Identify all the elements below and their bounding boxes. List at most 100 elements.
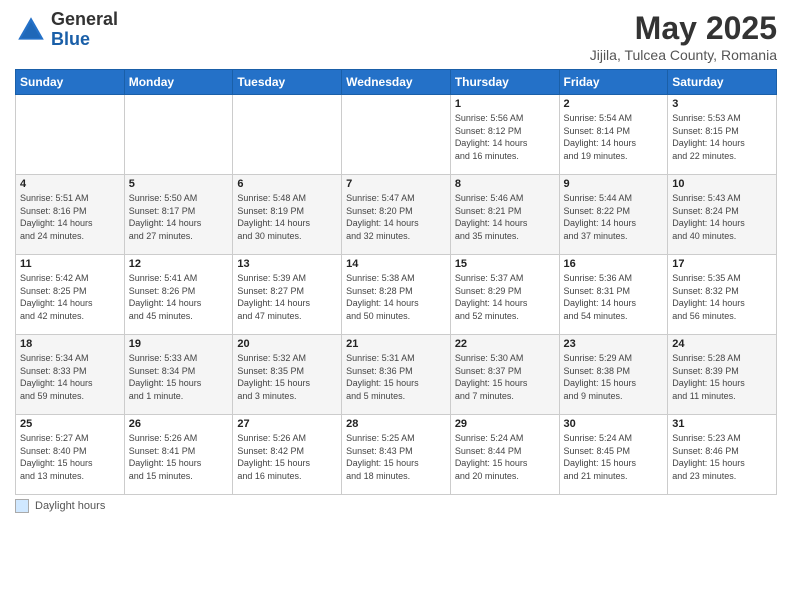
header: General Blue May 2025 Jijila, Tulcea Cou… xyxy=(15,10,777,63)
calendar-table: SundayMondayTuesdayWednesdayThursdayFrid… xyxy=(15,69,777,495)
day-number: 18 xyxy=(20,338,120,350)
day-number: 24 xyxy=(672,338,772,350)
day-cell: 21 Sunrise: 5:31 AM Sunset: 8:36 PM Dayli… xyxy=(342,335,451,415)
day-number: 16 xyxy=(564,258,664,270)
logo-text: General Blue xyxy=(51,10,118,50)
day-number: 28 xyxy=(346,418,446,430)
col-header-tuesday: Tuesday xyxy=(233,70,342,95)
day-number: 2 xyxy=(564,98,664,110)
day-info: Sunrise: 5:43 AM Sunset: 8:24 PM Dayligh… xyxy=(672,192,772,242)
day-number: 27 xyxy=(237,418,337,430)
day-info: Sunrise: 5:48 AM Sunset: 8:19 PM Dayligh… xyxy=(237,192,337,242)
day-number: 6 xyxy=(237,178,337,190)
day-info: Sunrise: 5:26 AM Sunset: 8:41 PM Dayligh… xyxy=(129,432,229,482)
logo-blue-text: Blue xyxy=(51,30,118,50)
day-cell: 28 Sunrise: 5:25 AM Sunset: 8:43 PM Dayli… xyxy=(342,415,451,495)
location: Jijila, Tulcea County, Romania xyxy=(590,47,777,63)
day-info: Sunrise: 5:26 AM Sunset: 8:42 PM Dayligh… xyxy=(237,432,337,482)
daylight-legend-label: Daylight hours xyxy=(35,500,105,512)
day-number: 20 xyxy=(237,338,337,350)
day-cell: 1Sunrise: 5:56 AM Sunset: 8:12 PM Daylig… xyxy=(450,95,559,175)
day-cell: 23 Sunrise: 5:29 AM Sunset: 8:38 PM Dayli… xyxy=(559,335,668,415)
day-info: Sunrise: 5:41 AM Sunset: 8:26 PM Dayligh… xyxy=(129,272,229,322)
day-info: Sunrise: 5:51 AM Sunset: 8:16 PM Dayligh… xyxy=(20,192,120,242)
day-info: Sunrise: 5:38 AM Sunset: 8:28 PM Dayligh… xyxy=(346,272,446,322)
day-cell: 14 Sunrise: 5:38 AM Sunset: 8:28 PM Dayli… xyxy=(342,255,451,335)
day-cell: 25Sunrise: 5:27 AM Sunset: 8:40 PM Dayli… xyxy=(16,415,125,495)
day-number: 5 xyxy=(129,178,229,190)
day-number: 14 xyxy=(346,258,446,270)
day-cell: 22Sunrise: 5:30 AM Sunset: 8:37 PM Dayli… xyxy=(450,335,559,415)
day-cell xyxy=(16,95,125,175)
day-info: Sunrise: 5:28 AM Sunset: 8:39 PM Dayligh… xyxy=(672,352,772,402)
day-number: 31 xyxy=(672,418,772,430)
day-cell: 20 Sunrise: 5:32 AM Sunset: 8:35 PM Dayli… xyxy=(233,335,342,415)
day-info: Sunrise: 5:56 AM Sunset: 8:12 PM Dayligh… xyxy=(455,112,555,162)
col-header-saturday: Saturday xyxy=(668,70,777,95)
day-number: 10 xyxy=(672,178,772,190)
day-cell: 13 Sunrise: 5:39 AM Sunset: 8:27 PM Dayli… xyxy=(233,255,342,335)
day-info: Sunrise: 5:37 AM Sunset: 8:29 PM Dayligh… xyxy=(455,272,555,322)
day-cell: 19Sunrise: 5:33 AM Sunset: 8:34 PM Dayli… xyxy=(124,335,233,415)
day-cell: 17Sunrise: 5:35 AM Sunset: 8:32 PM Dayli… xyxy=(668,255,777,335)
day-info: Sunrise: 5:47 AM Sunset: 8:20 PM Dayligh… xyxy=(346,192,446,242)
day-number: 15 xyxy=(455,258,555,270)
day-info: Sunrise: 5:46 AM Sunset: 8:21 PM Dayligh… xyxy=(455,192,555,242)
day-number: 13 xyxy=(237,258,337,270)
day-info: Sunrise: 5:42 AM Sunset: 8:25 PM Dayligh… xyxy=(20,272,120,322)
day-info: Sunrise: 5:27 AM Sunset: 8:40 PM Dayligh… xyxy=(20,432,120,482)
day-number: 9 xyxy=(564,178,664,190)
col-header-thursday: Thursday xyxy=(450,70,559,95)
logo-general-text: General xyxy=(51,10,118,30)
day-number: 29 xyxy=(455,418,555,430)
day-info: Sunrise: 5:24 AM Sunset: 8:44 PM Dayligh… xyxy=(455,432,555,482)
col-header-monday: Monday xyxy=(124,70,233,95)
day-info: Sunrise: 5:31 AM Sunset: 8:36 PM Dayligh… xyxy=(346,352,446,402)
day-cell: 8 Sunrise: 5:46 AM Sunset: 8:21 PM Daylig… xyxy=(450,175,559,255)
day-cell: 11Sunrise: 5:42 AM Sunset: 8:25 PM Dayli… xyxy=(16,255,125,335)
day-number: 8 xyxy=(455,178,555,190)
logo-icon xyxy=(15,14,47,46)
day-cell: 29 Sunrise: 5:24 AM Sunset: 8:44 PM Dayli… xyxy=(450,415,559,495)
day-number: 21 xyxy=(346,338,446,350)
day-number: 23 xyxy=(564,338,664,350)
day-info: Sunrise: 5:29 AM Sunset: 8:38 PM Dayligh… xyxy=(564,352,664,402)
col-header-sunday: Sunday xyxy=(16,70,125,95)
day-cell: 10 Sunrise: 5:43 AM Sunset: 8:24 PM Dayli… xyxy=(668,175,777,255)
footer: Daylight hours xyxy=(15,499,777,513)
day-cell: 6 Sunrise: 5:48 AM Sunset: 8:19 PM Daylig… xyxy=(233,175,342,255)
day-cell: 9 Sunrise: 5:44 AM Sunset: 8:22 PM Daylig… xyxy=(559,175,668,255)
day-number: 12 xyxy=(129,258,229,270)
day-number: 3 xyxy=(672,98,772,110)
day-info: Sunrise: 5:53 AM Sunset: 8:15 PM Dayligh… xyxy=(672,112,772,162)
week-row-5: 25Sunrise: 5:27 AM Sunset: 8:40 PM Dayli… xyxy=(16,415,777,495)
col-header-wednesday: Wednesday xyxy=(342,70,451,95)
day-cell xyxy=(124,95,233,175)
day-cell: 24 Sunrise: 5:28 AM Sunset: 8:39 PM Dayli… xyxy=(668,335,777,415)
day-info: Sunrise: 5:23 AM Sunset: 8:46 PM Dayligh… xyxy=(672,432,772,482)
day-cell: 3 Sunrise: 5:53 AM Sunset: 8:15 PM Daylig… xyxy=(668,95,777,175)
day-cell: 2 Sunrise: 5:54 AM Sunset: 8:14 PM Daylig… xyxy=(559,95,668,175)
week-row-3: 11Sunrise: 5:42 AM Sunset: 8:25 PM Dayli… xyxy=(16,255,777,335)
day-info: Sunrise: 5:50 AM Sunset: 8:17 PM Dayligh… xyxy=(129,192,229,242)
day-cell xyxy=(233,95,342,175)
day-info: Sunrise: 5:44 AM Sunset: 8:22 PM Dayligh… xyxy=(564,192,664,242)
day-info: Sunrise: 5:54 AM Sunset: 8:14 PM Dayligh… xyxy=(564,112,664,162)
day-info: Sunrise: 5:39 AM Sunset: 8:27 PM Dayligh… xyxy=(237,272,337,322)
day-cell: 5 Sunrise: 5:50 AM Sunset: 8:17 PM Daylig… xyxy=(124,175,233,255)
day-cell: 4 Sunrise: 5:51 AM Sunset: 8:16 PM Daylig… xyxy=(16,175,125,255)
day-number: 30 xyxy=(564,418,664,430)
day-info: Sunrise: 5:34 AM Sunset: 8:33 PM Dayligh… xyxy=(20,352,120,402)
day-info: Sunrise: 5:32 AM Sunset: 8:35 PM Dayligh… xyxy=(237,352,337,402)
day-info: Sunrise: 5:24 AM Sunset: 8:45 PM Dayligh… xyxy=(564,432,664,482)
day-cell: 16 Sunrise: 5:36 AM Sunset: 8:31 PM Dayli… xyxy=(559,255,668,335)
day-cell: 7Sunrise: 5:47 AM Sunset: 8:20 PM Daylig… xyxy=(342,175,451,255)
title-block: May 2025 Jijila, Tulcea County, Romania xyxy=(590,10,777,63)
day-info: Sunrise: 5:25 AM Sunset: 8:43 PM Dayligh… xyxy=(346,432,446,482)
daylight-legend-box xyxy=(15,499,29,513)
day-info: Sunrise: 5:36 AM Sunset: 8:31 PM Dayligh… xyxy=(564,272,664,322)
day-number: 4 xyxy=(20,178,120,190)
day-cell: 15 Sunrise: 5:37 AM Sunset: 8:29 PM Dayli… xyxy=(450,255,559,335)
day-cell: 12 Sunrise: 5:41 AM Sunset: 8:26 PM Dayli… xyxy=(124,255,233,335)
month-title: May 2025 xyxy=(590,10,777,47)
